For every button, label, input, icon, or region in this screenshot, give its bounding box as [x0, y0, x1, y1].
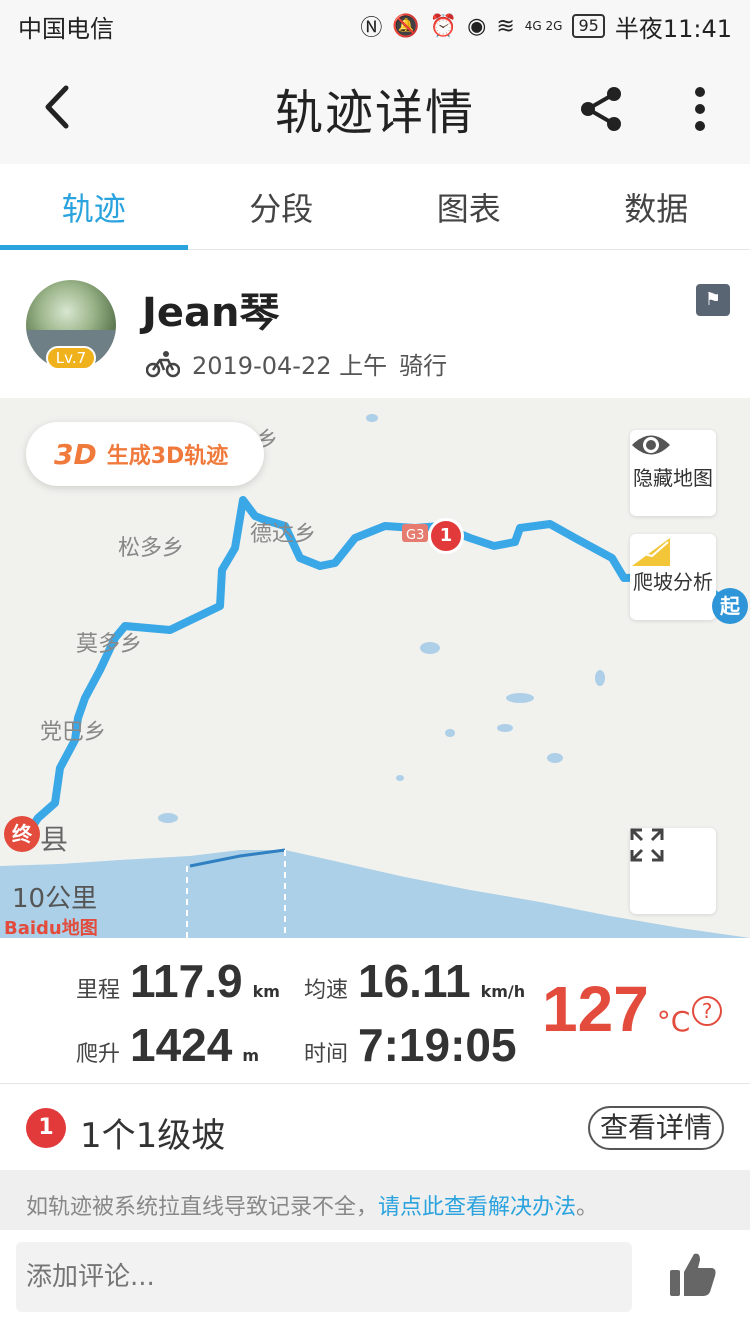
username: Jean琴 [142, 290, 280, 336]
svg-text:G3: G3 [406, 528, 424, 543]
network-label: 4G 2G [524, 19, 563, 33]
carrier-label: 中国电信 [18, 14, 114, 43]
notice-end: 。 [576, 1195, 599, 1220]
climb-analysis-label: 爬坡分析 [633, 569, 713, 594]
temperature-unit: °C [656, 1005, 691, 1038]
start-marker[interactable]: 起 [712, 588, 748, 624]
tab-bar: 轨迹 分段 图表 数据 [0, 164, 750, 250]
time-value: 7:19:05 [358, 1019, 517, 1071]
back-icon[interactable] [36, 82, 80, 132]
nfc-icon: Ⓝ [360, 16, 383, 41]
hide-map-label: 隐藏地图 [633, 465, 713, 490]
temperature-value: 127 [542, 973, 649, 1045]
page-title: 轨迹详情 [274, 85, 475, 141]
climb-unit: m [242, 1046, 260, 1065]
battery-indicator: 95 [572, 14, 605, 38]
map-logo: Baidu地图 [4, 918, 98, 938]
3d-badge: 3D [54, 437, 97, 471]
view-details-button[interactable]: 查看详情 [588, 1106, 724, 1150]
place-label: 松多乡 [118, 536, 185, 561]
place-label: 县 [40, 823, 69, 856]
speed-unit: km/h [480, 982, 526, 1001]
title-bar: 轨迹详情 [0, 52, 750, 164]
climbs-section: 1 1个1级坡 查看详情 [0, 1084, 750, 1170]
generate-3d-track-button[interactable]: 3D 生成3D轨迹 [26, 422, 264, 486]
profile-section: Lv.7 Jean琴 2019-04-22 上午 骑行 ⚑ [0, 250, 750, 398]
distance-unit: km [252, 982, 280, 1001]
tab-data[interactable]: 数据 [563, 164, 750, 249]
tab-charts[interactable]: 图表 [375, 164, 563, 249]
place-label: 莫多乡 [76, 632, 143, 657]
comment-bar [0, 1230, 750, 1333]
notice-bar: 如轨迹被系统拉直线导致记录不全，请点此查看解决办法。 [0, 1170, 750, 1230]
activity-meta: 2019-04-22 上午 骑行 [146, 346, 447, 381]
bicycle-icon [146, 350, 180, 377]
climb-analysis-button[interactable]: 爬坡分析 [630, 534, 716, 620]
mute-icon: 🔕 [392, 13, 420, 39]
speed-value: 16.11 [358, 955, 471, 1007]
place-label: 德达乡 [250, 522, 317, 547]
speed-label: 均速 [304, 978, 349, 1003]
status-icons: Ⓝ 🔕 ⏰ ◉ ≋ 4G 2G 95 半夜11:41 [360, 9, 732, 44]
fullscreen-button[interactable] [630, 828, 716, 914]
notice-link[interactable]: 请点此查看解决办法 [378, 1195, 576, 1220]
hide-map-button[interactable]: 隐藏地图 [630, 430, 716, 516]
help-icon[interactable]: ? [692, 996, 722, 1026]
end-marker[interactable]: 终 [4, 816, 40, 852]
distance-stat: 里程 117.9 km [76, 954, 280, 1008]
level-badge: Lv.7 [46, 346, 96, 370]
slope-icon [632, 538, 670, 566]
wifi-icon: ≋ [496, 13, 515, 39]
place-label: 党巴乡 [40, 720, 107, 745]
map-scale: 10公里 [12, 884, 98, 914]
share-icon[interactable] [578, 86, 624, 132]
stats-panel: 里程 117.9 km 均速 16.11 km/h 爬升 1424 m 时间 7… [0, 938, 750, 1084]
comment-input[interactable] [16, 1242, 632, 1312]
flag-icon[interactable]: ⚑ [696, 284, 730, 316]
activity-date: 2019-04-22 上午 [192, 352, 388, 380]
climb-stat: 爬升 1424 m [76, 1018, 259, 1072]
time-label: 时间 [304, 1042, 349, 1067]
distance-label: 里程 [76, 978, 121, 1003]
notice-text: 如轨迹被系统拉直线导致记录不全， [26, 1195, 379, 1220]
tab-track[interactable]: 轨迹 [0, 164, 188, 250]
eye-icon: ◉ [467, 13, 487, 39]
tab-segments[interactable]: 分段 [188, 164, 376, 249]
clock-label: 半夜11:41 [614, 14, 732, 43]
alarm-icon: ⏰ [429, 13, 458, 39]
status-bar: 中国电信 Ⓝ 🔕 ⏰ ◉ ≋ 4G 2G 95 半夜11:41 [0, 0, 750, 52]
activity-type: 骑行 [399, 352, 448, 380]
temperature-stat: 127 °C [542, 972, 690, 1046]
climb-value: 1424 [130, 1019, 233, 1071]
climb-label: 爬升 [76, 1042, 121, 1067]
expand-icon [630, 828, 664, 862]
climb-marker[interactable]: 1 [428, 518, 464, 554]
speed-stat: 均速 16.11 km/h [304, 954, 525, 1008]
generate-3d-label: 生成3D轨迹 [106, 444, 229, 469]
climb-level-icon: 1 [26, 1108, 66, 1148]
eye-icon [632, 435, 670, 455]
time-stat: 时间 7:19:05 [304, 1018, 517, 1072]
track-map[interactable]: G3 松多乡 德达乡 莫多乡 党巴乡 县 乡 3D 生成3D轨迹 隐藏地图 爬坡… [0, 398, 750, 938]
distance-value: 117.9 [130, 955, 243, 1007]
climb-summary: 1个1级坡 [80, 1116, 226, 1156]
more-options-icon[interactable] [688, 86, 712, 132]
thumbs-up-icon[interactable] [668, 1250, 718, 1300]
